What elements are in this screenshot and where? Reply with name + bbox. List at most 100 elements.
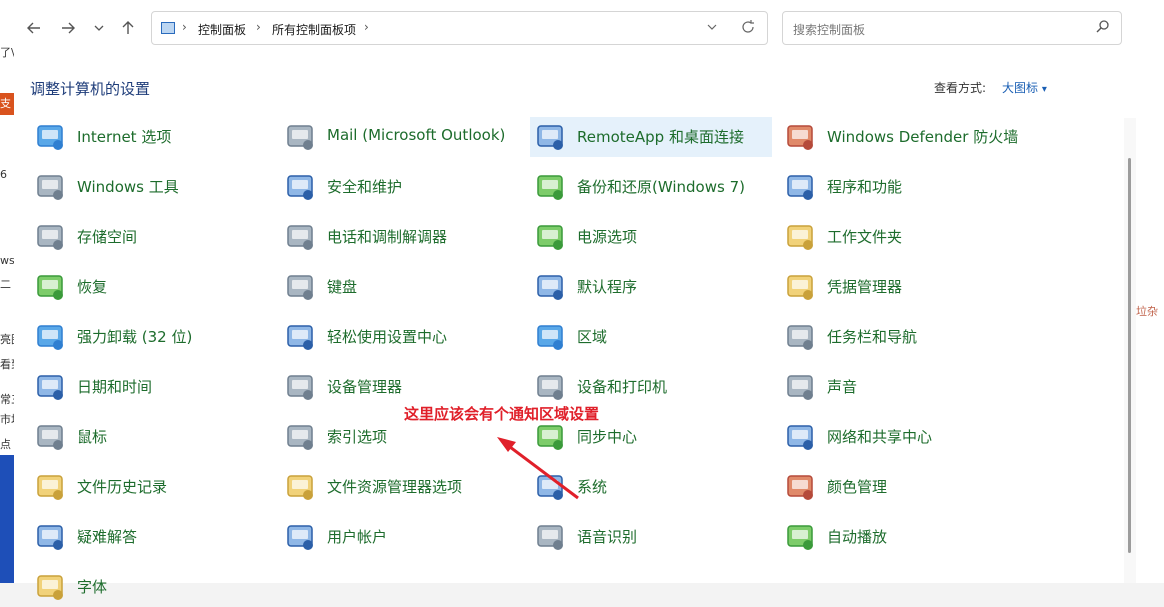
control-panel-item[interactable]: 默认程序 (530, 267, 772, 307)
control-panel-item[interactable]: 自动播放 (780, 517, 1020, 557)
control-panel-item[interactable]: Internet 选项 (30, 117, 270, 157)
search-placeholder: 搜索控制面板 (793, 23, 866, 37)
control-panel-item[interactable]: Mail (Microsoft Outlook) (280, 117, 520, 157)
control-panel-item[interactable]: 电源选项 (530, 217, 772, 257)
control-panel-item-label: 日期和时间 (77, 378, 153, 396)
control-panel-window: › 控制面板 › 所有控制面板项 › 搜索控制面板 调整计算机的设置 查看方式:… (14, 0, 1136, 600)
control-panel-item[interactable]: Windows Defender 防火墙 (780, 117, 1020, 157)
backup-restore-icon (537, 175, 563, 200)
indexing-options-icon (287, 425, 313, 450)
control-panel-item[interactable]: 日期和时间 (30, 367, 270, 407)
control-panel-item[interactable]: 语音识别 (530, 517, 772, 557)
color-management-icon (787, 475, 813, 500)
autoplay-icon (787, 525, 813, 550)
background-window-right: 垃杂 (1136, 0, 1164, 583)
user-accounts-icon (287, 525, 313, 550)
control-panel-item-label: 系统 (577, 478, 608, 496)
control-panel-item-label: 文件资源管理器选项 (327, 478, 463, 496)
control-panel-item-label: 安全和维护 (327, 178, 403, 196)
bg-fragment: 6 (0, 168, 7, 181)
control-panel-item[interactable]: 键盘 (280, 267, 520, 307)
forward-button[interactable] (57, 17, 79, 39)
control-panel-item[interactable]: 网络和共享中心 (780, 417, 1020, 457)
control-panel-item-label: 凭据管理器 (827, 278, 903, 296)
taskbar-navigation-icon (787, 325, 813, 350)
recovery-icon (37, 275, 63, 300)
control-panel-item-label: 语音识别 (577, 528, 638, 546)
control-panel-item[interactable]: 轻松使用设置中心 (280, 317, 520, 357)
control-panel-item[interactable]: 用户帐户 (280, 517, 520, 557)
breadcrumb-all-items[interactable]: 所有控制面板项 (272, 21, 356, 38)
bg-fragment: 垃杂 (1136, 305, 1158, 318)
control-panel-item[interactable]: 恢复 (30, 267, 270, 307)
recent-locations-button[interactable] (88, 17, 110, 39)
phone-modem-icon (287, 225, 313, 250)
search-icon[interactable] (1095, 18, 1111, 40)
up-button[interactable] (117, 17, 139, 39)
search-box[interactable]: 搜索控制面板 (782, 11, 1122, 45)
control-panel-item[interactable]: 设备和打印机 (530, 367, 772, 407)
windows-tools-icon (37, 175, 63, 200)
control-panel-item[interactable]: 文件历史记录 (30, 467, 270, 507)
address-dropdown-icon[interactable] (706, 20, 718, 37)
control-panel-item-label: 轻松使用设置中心 (327, 328, 448, 346)
bg-fragment: 二 ⅓ (0, 278, 14, 291)
view-by-dropdown[interactable]: 大图标 ▾ (1002, 79, 1047, 96)
control-panel-item-label: 电话和调制解调器 (327, 228, 448, 246)
control-panel-item[interactable]: 字体 (30, 567, 270, 607)
control-panel-item[interactable]: 声音 (780, 367, 1020, 407)
control-panel-item[interactable]: 程序和功能 (780, 167, 1020, 207)
control-panel-item[interactable]: 文件资源管理器选项 (280, 467, 520, 507)
keyboard-icon (287, 275, 313, 300)
file-history-icon (37, 475, 63, 500)
control-panel-item[interactable]: Windows 工具 (30, 167, 270, 207)
view-by-value: 大图标 (1002, 81, 1039, 95)
control-panel-items: Internet 选项 Mail (Microsoft Outlook) Remot… (14, 117, 1122, 600)
bg-fragment: ws (0, 254, 14, 267)
control-panel-icon (161, 22, 175, 34)
back-button[interactable] (23, 17, 45, 39)
work-folders-icon (787, 225, 813, 250)
sound-icon (787, 375, 813, 400)
forward-arrow-icon (62, 22, 75, 34)
control-panel-item[interactable]: 备份和还原(Windows 7) (530, 167, 772, 207)
control-panel-item[interactable]: 疑难解答 (30, 517, 270, 557)
address-bar[interactable]: › 控制面板 › 所有控制面板项 › (151, 11, 768, 45)
control-panel-item[interactable]: 颜色管理 (780, 467, 1020, 507)
control-panel-item[interactable]: 工作文件夹 (780, 217, 1020, 257)
control-panel-item[interactable]: 强力卸载 (32 位) (30, 317, 270, 357)
control-panel-item-label: 声音 (827, 378, 858, 396)
control-panel-item-label: 设备管理器 (327, 378, 403, 396)
control-panel-item[interactable]: RemoteApp 和桌面连接 (530, 117, 772, 157)
control-panel-item[interactable]: 系统 (530, 467, 772, 507)
bg-red-button: 支我 (0, 93, 14, 115)
refresh-icon[interactable] (740, 18, 756, 40)
control-panel-item-label: 强力卸载 (32 位) (77, 328, 193, 346)
breadcrumb-separator: › (182, 20, 187, 34)
system-icon (537, 475, 563, 500)
control-panel-item-label: 疑难解答 (77, 528, 138, 546)
storage-spaces-icon (37, 225, 63, 250)
breadcrumb-control-panel[interactable]: 控制面板 (198, 21, 246, 38)
bg-fragment: 看到 (0, 358, 14, 371)
control-panel-item[interactable]: 安全和维护 (280, 167, 520, 207)
vertical-scrollbar[interactable] (1124, 118, 1136, 583)
control-panel-item-label: 程序和功能 (827, 178, 903, 196)
control-panel-item[interactable]: 任务栏和导航 (780, 317, 1020, 357)
control-panel-item[interactable]: 凭据管理器 (780, 267, 1020, 307)
bg-blue-banner (0, 455, 14, 583)
control-panel-item[interactable]: 设备管理器 (280, 367, 520, 407)
control-panel-item[interactable]: 区域 (530, 317, 772, 357)
mouse-icon (37, 425, 63, 450)
control-panel-item-label: RemoteApp 和桌面连接 (577, 128, 744, 146)
control-panel-item-label: Mail (Microsoft Outlook) (327, 126, 506, 144)
control-panel-item[interactable]: 鼠标 (30, 417, 270, 457)
control-panel-item-label: 用户帐户 (327, 528, 388, 546)
control-panel-item[interactable]: 存储空间 (30, 217, 270, 257)
control-panel-item[interactable]: 电话和调制解调器 (280, 217, 520, 257)
control-panel-item-label: 键盘 (327, 278, 358, 296)
bg-fragment: 点 (0, 438, 11, 451)
annotation-text: 这里应该会有个通知区域设置 (404, 405, 600, 423)
scrollbar-thumb[interactable] (1128, 158, 1131, 553)
control-panel-item-label: 设备和打印机 (577, 378, 668, 396)
